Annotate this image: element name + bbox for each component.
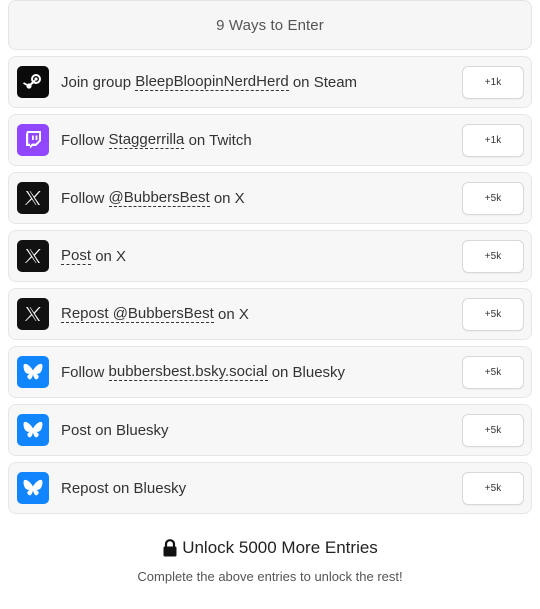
entry-row[interactable]: Repost @BubbersBest on X +5k xyxy=(8,288,532,340)
bluesky-icon xyxy=(17,472,49,504)
entry-row[interactable]: Repost on Bluesky +5k xyxy=(8,462,532,514)
entry-link[interactable]: bubbersbest.bsky.social xyxy=(108,364,268,381)
entry-description: Follow bubbersbest.bsky.social on Bluesk… xyxy=(61,347,345,397)
unlock-heading: Unlock 5000 More Entries xyxy=(0,538,540,558)
entry-link[interactable]: Post xyxy=(61,248,92,265)
entry-text-pre: Repost on Bluesky xyxy=(61,479,187,497)
entry-points-button[interactable]: +5k xyxy=(462,356,524,389)
entry-points-button[interactable]: +5k xyxy=(462,414,524,447)
entry-link[interactable]: Repost @BubbersBest xyxy=(61,306,214,323)
entry-description: Follow @BubbersBest on X xyxy=(61,173,245,223)
entry-text-post: on Bluesky xyxy=(271,363,346,381)
entry-text-pre: Follow xyxy=(61,189,105,207)
entry-description: Repost @BubbersBest on X xyxy=(61,289,249,339)
entry-text-post: on Steam xyxy=(292,73,358,91)
entry-text-pre: Follow xyxy=(61,363,105,381)
entry-text-post: on X xyxy=(213,189,245,207)
entry-description: Post on X xyxy=(61,231,126,281)
entry-description: Follow Staggerrilla on Twitch xyxy=(61,115,252,165)
unlock-title: Unlock 5000 More Entries xyxy=(182,538,378,557)
bluesky-icon xyxy=(17,414,49,446)
x-icon xyxy=(17,240,49,272)
entry-points-button[interactable]: +1k xyxy=(462,66,524,99)
entry-row[interactable]: Follow bubbersbest.bsky.social on Bluesk… xyxy=(8,346,532,398)
ways-to-enter-title: 9 Ways to Enter xyxy=(216,16,324,34)
entry-text-post: on Twitch xyxy=(188,131,252,149)
unlock-subtitle: Complete the above entries to unlock the… xyxy=(137,569,403,584)
entry-text-post: on X xyxy=(217,305,249,323)
entry-text-pre: Join group xyxy=(61,73,132,91)
entry-text-pre: Follow xyxy=(61,131,105,149)
lock-icon xyxy=(163,539,177,557)
entry-row[interactable]: Post on Bluesky +5k xyxy=(8,404,532,456)
entry-points-button[interactable]: +5k xyxy=(462,182,524,215)
entry-list: Join group BleepBloopinNerdHerd on Steam… xyxy=(8,56,532,520)
entry-points-button[interactable]: +5k xyxy=(462,298,524,331)
entry-description: Join group BleepBloopinNerdHerd on Steam xyxy=(61,57,357,107)
entry-row[interactable]: Join group BleepBloopinNerdHerd on Steam… xyxy=(8,56,532,108)
entry-description: Post on Bluesky xyxy=(61,405,169,455)
entry-link[interactable]: Staggerrilla xyxy=(108,132,185,149)
entry-description: Repost on Bluesky xyxy=(61,463,186,513)
entry-points-button[interactable]: +5k xyxy=(462,240,524,273)
steam-icon xyxy=(17,66,49,98)
entry-text-post: on X xyxy=(95,247,127,265)
entry-text-pre: Post on Bluesky xyxy=(61,421,169,439)
entry-link[interactable]: @BubbersBest xyxy=(108,190,210,207)
entry-link[interactable]: BleepBloopinNerdHerd xyxy=(135,74,289,91)
x-icon xyxy=(17,298,49,330)
twitch-icon xyxy=(17,124,49,156)
x-icon xyxy=(17,182,49,214)
entry-row[interactable]: Follow @BubbersBest on X +5k xyxy=(8,172,532,224)
entry-row[interactable]: Follow Staggerrilla on Twitch +1k xyxy=(8,114,532,166)
entry-points-button[interactable]: +5k xyxy=(462,472,524,505)
ways-to-enter-header: 9 Ways to Enter xyxy=(8,0,532,50)
bluesky-icon xyxy=(17,356,49,388)
entry-points-button[interactable]: +1k xyxy=(462,124,524,157)
entry-row[interactable]: Post on X +5k xyxy=(8,230,532,282)
